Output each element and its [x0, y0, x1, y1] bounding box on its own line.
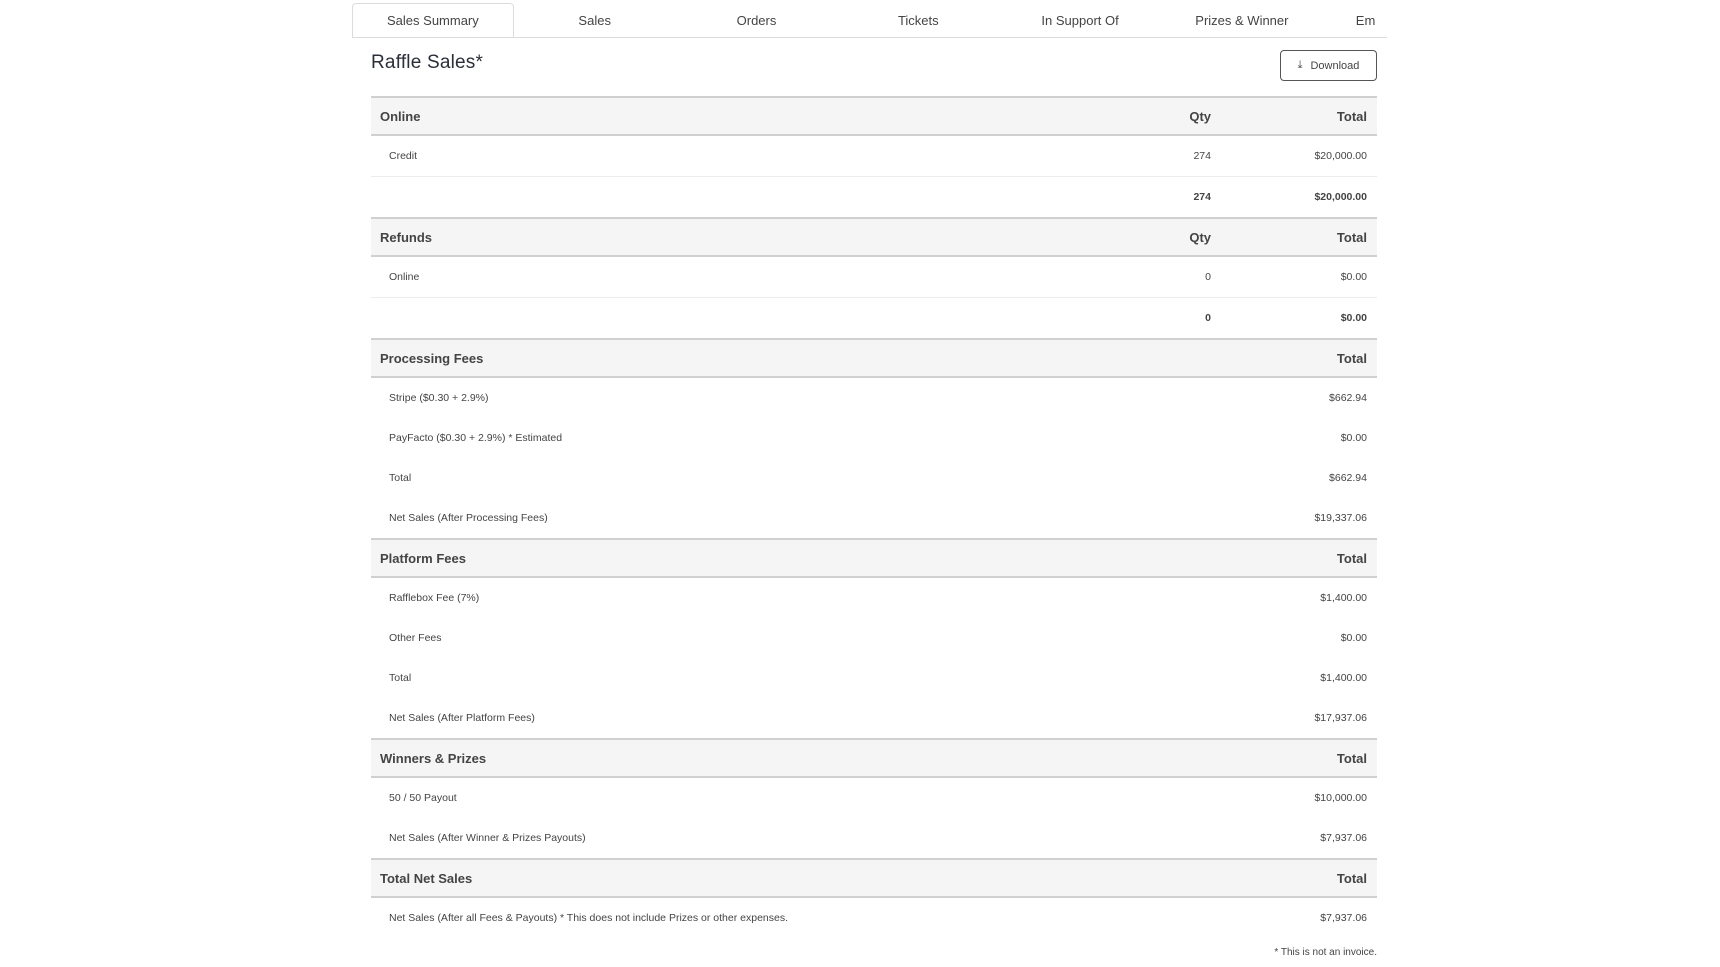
download-label: Download — [1310, 59, 1360, 72]
table-row: 50 / 50 Payout $10,000.00 — [371, 777, 1377, 818]
row-qty: 0 — [1131, 256, 1211, 298]
download-icon: ⤓ — [1297, 59, 1303, 71]
table-row: Net Sales (After all Fees & Payouts) * T… — [371, 897, 1377, 938]
tab-prizes-winner[interactable]: Prizes & Winner — [1161, 3, 1323, 37]
section-title: Total Net Sales — [371, 858, 1131, 898]
subtotal-row: 274 $20,000.00 — [371, 177, 1377, 219]
section-header-processing-fees: Processing Fees Total — [371, 338, 1377, 378]
row-label: Net Sales (After Processing Fees) — [389, 512, 548, 524]
row-total: $19,337.06 — [1314, 512, 1367, 524]
row-label: Credit — [371, 135, 1131, 177]
table-row: Online 0 $0.00 — [371, 256, 1377, 298]
section-title: Online — [371, 96, 1131, 136]
row-total: $17,937.06 — [1314, 712, 1367, 724]
row-total: $0.00 — [1340, 632, 1367, 644]
total-header: Total — [1211, 738, 1377, 778]
invoice-footnote: * This is not an invoice. — [1274, 947, 1377, 958]
subtotal-qty: 274 — [1193, 191, 1211, 203]
row-label: Total — [389, 672, 412, 684]
row-total: $7,937.06 — [1320, 832, 1367, 844]
total-header: Total — [1211, 217, 1377, 257]
row-label: Stripe ($0.30 + 2.9%) — [389, 392, 489, 404]
row-label: Net Sales (After Platform Fees) — [389, 712, 535, 724]
subtotal-qty: 0 — [1205, 312, 1211, 324]
page-title: Raffle Sales* — [371, 52, 484, 73]
row-total: $1,400.00 — [1320, 672, 1367, 684]
row-label: Total — [389, 472, 412, 484]
qty-header: Qty — [1131, 217, 1211, 257]
total-header: Total — [1211, 858, 1377, 898]
tab-orders[interactable]: Orders — [676, 3, 838, 37]
section-header-winners-prizes: Winners & Prizes Total — [371, 738, 1377, 778]
row-label: Net Sales (After Winner & Prizes Payouts… — [389, 832, 586, 844]
section-title: Platform Fees — [371, 538, 1131, 578]
sales-summary-table: Online Qty Total Credit 274 $20,000.00 2… — [371, 96, 1377, 938]
row-total: $0.00 — [1211, 256, 1377, 298]
row-total: $0.00 — [1340, 432, 1367, 444]
row-total: $20,000.00 — [1211, 135, 1377, 177]
table-row: Net Sales (After Platform Fees) $17,937.… — [371, 698, 1377, 739]
subtotal-total: $20,000.00 — [1314, 191, 1367, 203]
row-label: PayFacto ($0.30 + 2.9%) * Estimated — [389, 432, 563, 444]
table-row: Stripe ($0.30 + 2.9%) $662.94 — [371, 377, 1377, 418]
section-title: Processing Fees — [371, 338, 1131, 378]
table-row: Credit 274 $20,000.00 — [371, 135, 1377, 177]
section-header-refunds: Refunds Qty Total — [371, 217, 1377, 257]
report-container: Sales Summary Sales Orders Tickets In Su… — [352, 3, 1387, 958]
row-qty: 274 — [1131, 135, 1211, 177]
row-total: $10,000.00 — [1314, 792, 1367, 804]
tab-in-support-of[interactable]: In Support Of — [999, 3, 1161, 37]
total-header: Total — [1211, 96, 1377, 136]
tab-sales-summary[interactable]: Sales Summary — [352, 3, 514, 37]
page-content: Raffle Sales* ⤓ Download Online Qty Tota… — [371, 38, 1377, 958]
tab-sales[interactable]: Sales — [514, 3, 676, 37]
table-row: Net Sales (After Winner & Prizes Payouts… — [371, 818, 1377, 859]
tab-bar: Sales Summary Sales Orders Tickets In Su… — [352, 3, 1387, 38]
section-header-total-net-sales: Total Net Sales Total — [371, 858, 1377, 898]
row-label: Rafflebox Fee (7%) — [389, 592, 480, 604]
table-row: Total $662.94 — [371, 458, 1377, 498]
table-row: PayFacto ($0.30 + 2.9%) * Estimated $0.0… — [371, 418, 1377, 458]
qty-header: Qty — [1131, 96, 1211, 136]
subtotal-total: $0.00 — [1340, 312, 1367, 324]
download-button[interactable]: ⤓ Download — [1280, 50, 1377, 81]
tab-tickets[interactable]: Tickets — [837, 3, 999, 37]
row-total: $1,400.00 — [1320, 592, 1367, 604]
subtotal-row: 0 $0.00 — [371, 298, 1377, 340]
table-row: Other Fees $0.00 — [371, 618, 1377, 658]
tab-em[interactable]: Em — [1323, 3, 1383, 37]
section-title: Winners & Prizes — [371, 738, 1131, 778]
table-row: Net Sales (After Processing Fees) $19,33… — [371, 498, 1377, 539]
row-label: 50 / 50 Payout — [389, 792, 457, 804]
row-total: $662.94 — [1329, 472, 1367, 484]
section-title: Refunds — [371, 217, 1131, 257]
row-label: Other Fees — [389, 632, 442, 644]
row-label: Online — [371, 256, 1131, 298]
table-row: Total $1,400.00 — [371, 658, 1377, 698]
row-label: Net Sales (After all Fees & Payouts) * T… — [389, 912, 788, 924]
row-total: $7,937.06 — [1320, 912, 1367, 924]
title-row: Raffle Sales* ⤓ Download — [371, 38, 1377, 96]
section-header-online: Online Qty Total — [371, 96, 1377, 136]
total-header: Total — [1211, 338, 1377, 378]
section-header-platform-fees: Platform Fees Total — [371, 538, 1377, 578]
total-header: Total — [1211, 538, 1377, 578]
table-row: Rafflebox Fee (7%) $1,400.00 — [371, 577, 1377, 618]
row-total: $662.94 — [1329, 392, 1367, 404]
